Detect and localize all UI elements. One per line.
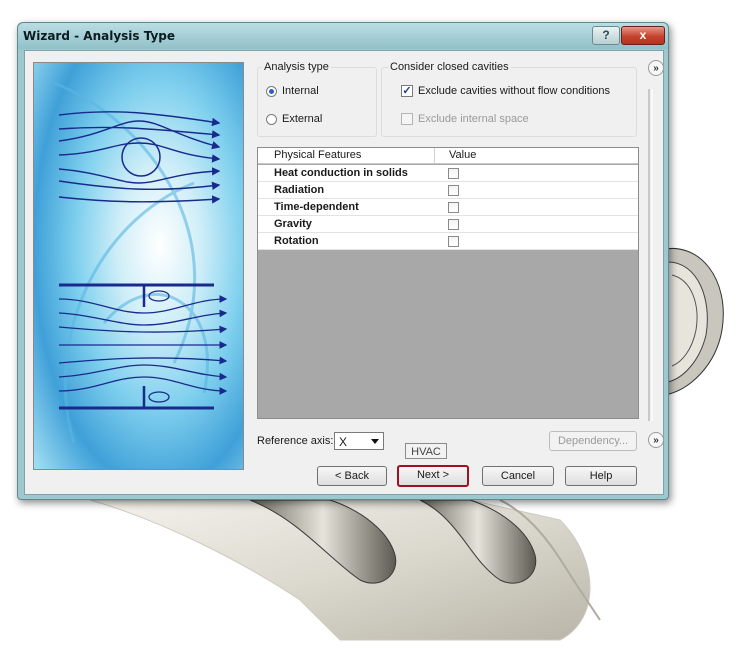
reference-axis-select[interactable]: X bbox=[334, 432, 384, 450]
closed-cavities-label: Consider closed cavities bbox=[388, 61, 511, 73]
header-physical-features: Physical Features bbox=[274, 149, 362, 161]
radio-external[interactable]: External bbox=[266, 113, 322, 125]
radiation-checkbox[interactable] bbox=[448, 184, 459, 196]
dependency-button[interactable]: Dependency... bbox=[549, 431, 637, 451]
next-button[interactable]: Next > bbox=[397, 465, 469, 487]
analysis-type-wizard-dialog: Wizard - Analysis Type ? x Analysis type… bbox=[17, 22, 669, 500]
collapse-strip[interactable] bbox=[646, 89, 656, 421]
expand-bottom-button[interactable]: » bbox=[648, 432, 664, 448]
radio-internal-label: Internal bbox=[282, 85, 319, 97]
radio-internal-indicator[interactable] bbox=[266, 85, 277, 97]
table-row[interactable]: Gravity bbox=[258, 216, 638, 233]
dialog-client-area: Analysis type Internal External Consider… bbox=[24, 50, 664, 495]
feature-name: Rotation bbox=[274, 235, 319, 247]
exclude-cavities-label: Exclude cavities without flow conditions bbox=[418, 85, 610, 97]
table-row[interactable]: Rotation bbox=[258, 233, 638, 250]
reference-axis-value: X bbox=[339, 435, 348, 449]
time-dependent-checkbox[interactable] bbox=[448, 201, 459, 213]
heat-conduction-checkbox[interactable] bbox=[448, 167, 459, 179]
radio-external-indicator[interactable] bbox=[266, 113, 277, 125]
closed-cavities-group: Consider closed cavities ✓ Exclude cavit… bbox=[381, 61, 637, 137]
table-row[interactable]: Time-dependent bbox=[258, 199, 638, 216]
feature-name: Heat conduction in solids bbox=[274, 167, 408, 179]
radio-external-label: External bbox=[282, 113, 323, 125]
help-button[interactable]: Help bbox=[565, 466, 637, 486]
physical-features-table: Physical Features Value Heat conduction … bbox=[257, 147, 639, 419]
reference-axis-label: Reference axis: bbox=[257, 435, 334, 447]
flow-illustration bbox=[33, 62, 244, 470]
analysis-type-label: Analysis type bbox=[262, 61, 331, 73]
table-row[interactable]: Radiation bbox=[258, 182, 638, 199]
rotation-checkbox[interactable] bbox=[448, 235, 459, 247]
feature-name: Time-dependent bbox=[274, 201, 359, 213]
exclude-cavities-check-indicator[interactable]: ✓ bbox=[401, 85, 413, 97]
table-header: Physical Features Value bbox=[258, 148, 638, 164]
window-title: Wizard - Analysis Type bbox=[23, 29, 176, 43]
dropdown-arrow-icon bbox=[371, 439, 379, 444]
close-button[interactable]: x bbox=[621, 26, 665, 45]
help-title-button[interactable]: ? bbox=[592, 26, 620, 45]
exclude-internal-space-label: Exclude internal space bbox=[418, 113, 529, 125]
gravity-checkbox[interactable] bbox=[448, 218, 459, 230]
radio-internal[interactable]: Internal bbox=[266, 85, 319, 97]
analysis-type-group: Analysis type Internal External bbox=[257, 61, 377, 137]
title-bar[interactable]: Wizard - Analysis Type ? x bbox=[18, 23, 668, 49]
table-row[interactable]: Heat conduction in solids bbox=[258, 165, 638, 182]
hvac-tooltip: HVAC bbox=[405, 443, 447, 459]
expand-top-button[interactable]: » bbox=[648, 60, 664, 76]
back-button[interactable]: < Back bbox=[317, 466, 387, 486]
exclude-cavities-checkbox[interactable]: ✓ Exclude cavities without flow conditio… bbox=[401, 85, 610, 97]
exclude-internal-space-checkbox[interactable]: Exclude internal space bbox=[401, 113, 529, 125]
cancel-button[interactable]: Cancel bbox=[482, 466, 554, 486]
exclude-internal-space-check-indicator[interactable] bbox=[401, 113, 413, 125]
feature-name: Radiation bbox=[274, 184, 325, 196]
header-value: Value bbox=[434, 148, 638, 163]
feature-name: Gravity bbox=[274, 218, 312, 230]
